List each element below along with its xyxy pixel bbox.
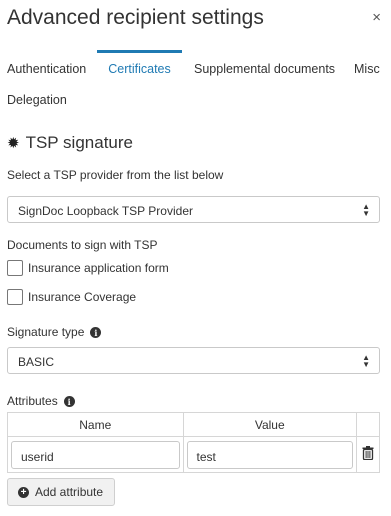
attribute-value-input[interactable]: test [186,440,353,469]
tab-supplemental-documents[interactable]: Supplemental documents [194,50,335,85]
info-icon[interactable]: i [63,396,75,408]
signature-type-label: Signature type i [7,325,102,339]
column-header-value: Value [182,412,358,437]
select-arrows-icon: ▲ ▼ [362,353,370,369]
tab-authentication[interactable]: Authentication [7,50,86,85]
attributes-label: Attributes i [7,394,75,408]
document-label: Insurance Coverage [28,290,137,304]
table-row: userid test [7,436,380,473]
dialog-title: Advanced recipient settings [7,6,264,29]
info-icon[interactable]: i [90,327,102,339]
signature-type-label-text: Signature type [7,325,85,339]
provider-label: Select a TSP provider from the list belo… [7,168,224,182]
document-label: Insurance application form [28,261,169,275]
attributes-table: Name Value userid test [7,412,380,473]
section-title-text: TSP signature [25,133,133,152]
tab-certificates[interactable]: Certificates [97,50,182,85]
column-header-name: Name [7,412,184,437]
document-checkbox[interactable] [7,289,23,305]
tab-delegation[interactable]: Delegation [7,93,67,107]
signature-type-select[interactable]: BASIC ▲ ▼ [7,347,380,374]
provider-select[interactable]: SignDoc Loopback TSP Provider ▲ ▼ [7,196,380,223]
document-row: Insurance application form [7,260,169,276]
add-attribute-button[interactable]: + Add attribute [7,478,115,506]
gear-icon: ✹ [7,135,20,152]
select-arrows-icon: ▲ ▼ [362,202,370,218]
tab-bar: Authentication Certificates Supplemental… [0,50,391,86]
trash-icon [362,446,374,461]
close-icon[interactable]: × [372,10,381,26]
document-row: Insurance Coverage [7,289,136,305]
tab-misc[interactable]: Misc [354,50,380,85]
tsp-section-title: ✹ TSP signature [7,133,133,153]
provider-select-value: SignDoc Loopback TSP Provider [18,204,193,218]
column-header-actions [356,412,380,437]
signature-type-value: BASIC [18,355,55,369]
attributes-label-text: Attributes [7,394,58,408]
plus-circle-icon: + [18,486,29,498]
add-attribute-label: Add attribute [35,485,104,499]
attribute-name-input[interactable]: userid [11,440,180,469]
document-checkbox[interactable] [7,260,23,276]
delete-row-button[interactable] [356,436,380,473]
documents-label: Documents to sign with TSP [7,238,158,252]
